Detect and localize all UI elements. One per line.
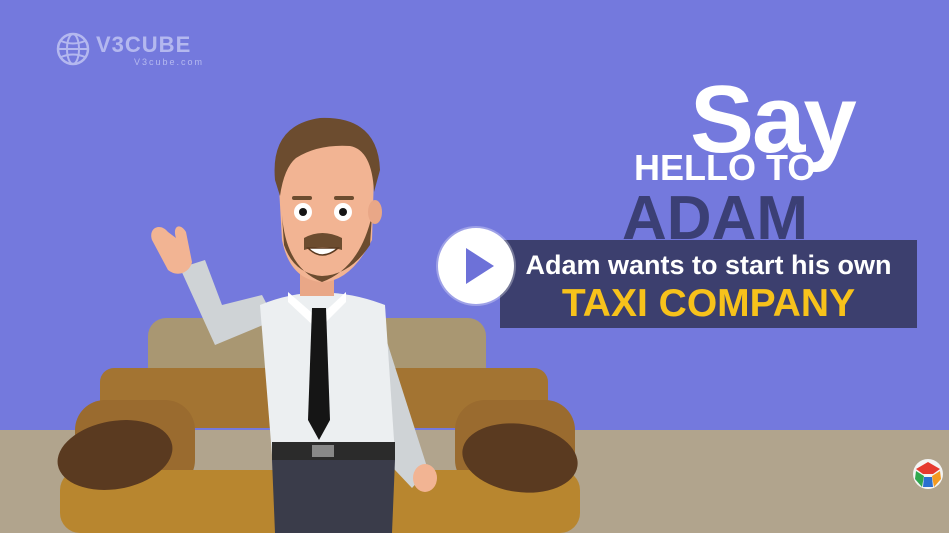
- caption-line-1: Adam wants to start his own: [525, 250, 892, 280]
- logo-url: V3cube.com: [134, 57, 205, 67]
- play-icon: [466, 248, 494, 284]
- caption-line-2: TAXI COMPANY: [561, 282, 856, 325]
- play-button[interactable]: [438, 228, 514, 304]
- v3cube-logo: V3CUBE V3cube.com: [56, 30, 216, 72]
- brand-badge-icon: [913, 459, 943, 489]
- globe-icon: [56, 32, 90, 66]
- headline-hello-to: HELLO TO: [634, 147, 816, 188]
- video-frame[interactable]: V3CUBE V3cube.com Say HELLO TO ADAM Adam…: [0, 0, 949, 533]
- caption-banner: Adam wants to start his own TAXI COMPANY: [500, 240, 917, 328]
- logo-name: V3CUBE: [96, 32, 192, 57]
